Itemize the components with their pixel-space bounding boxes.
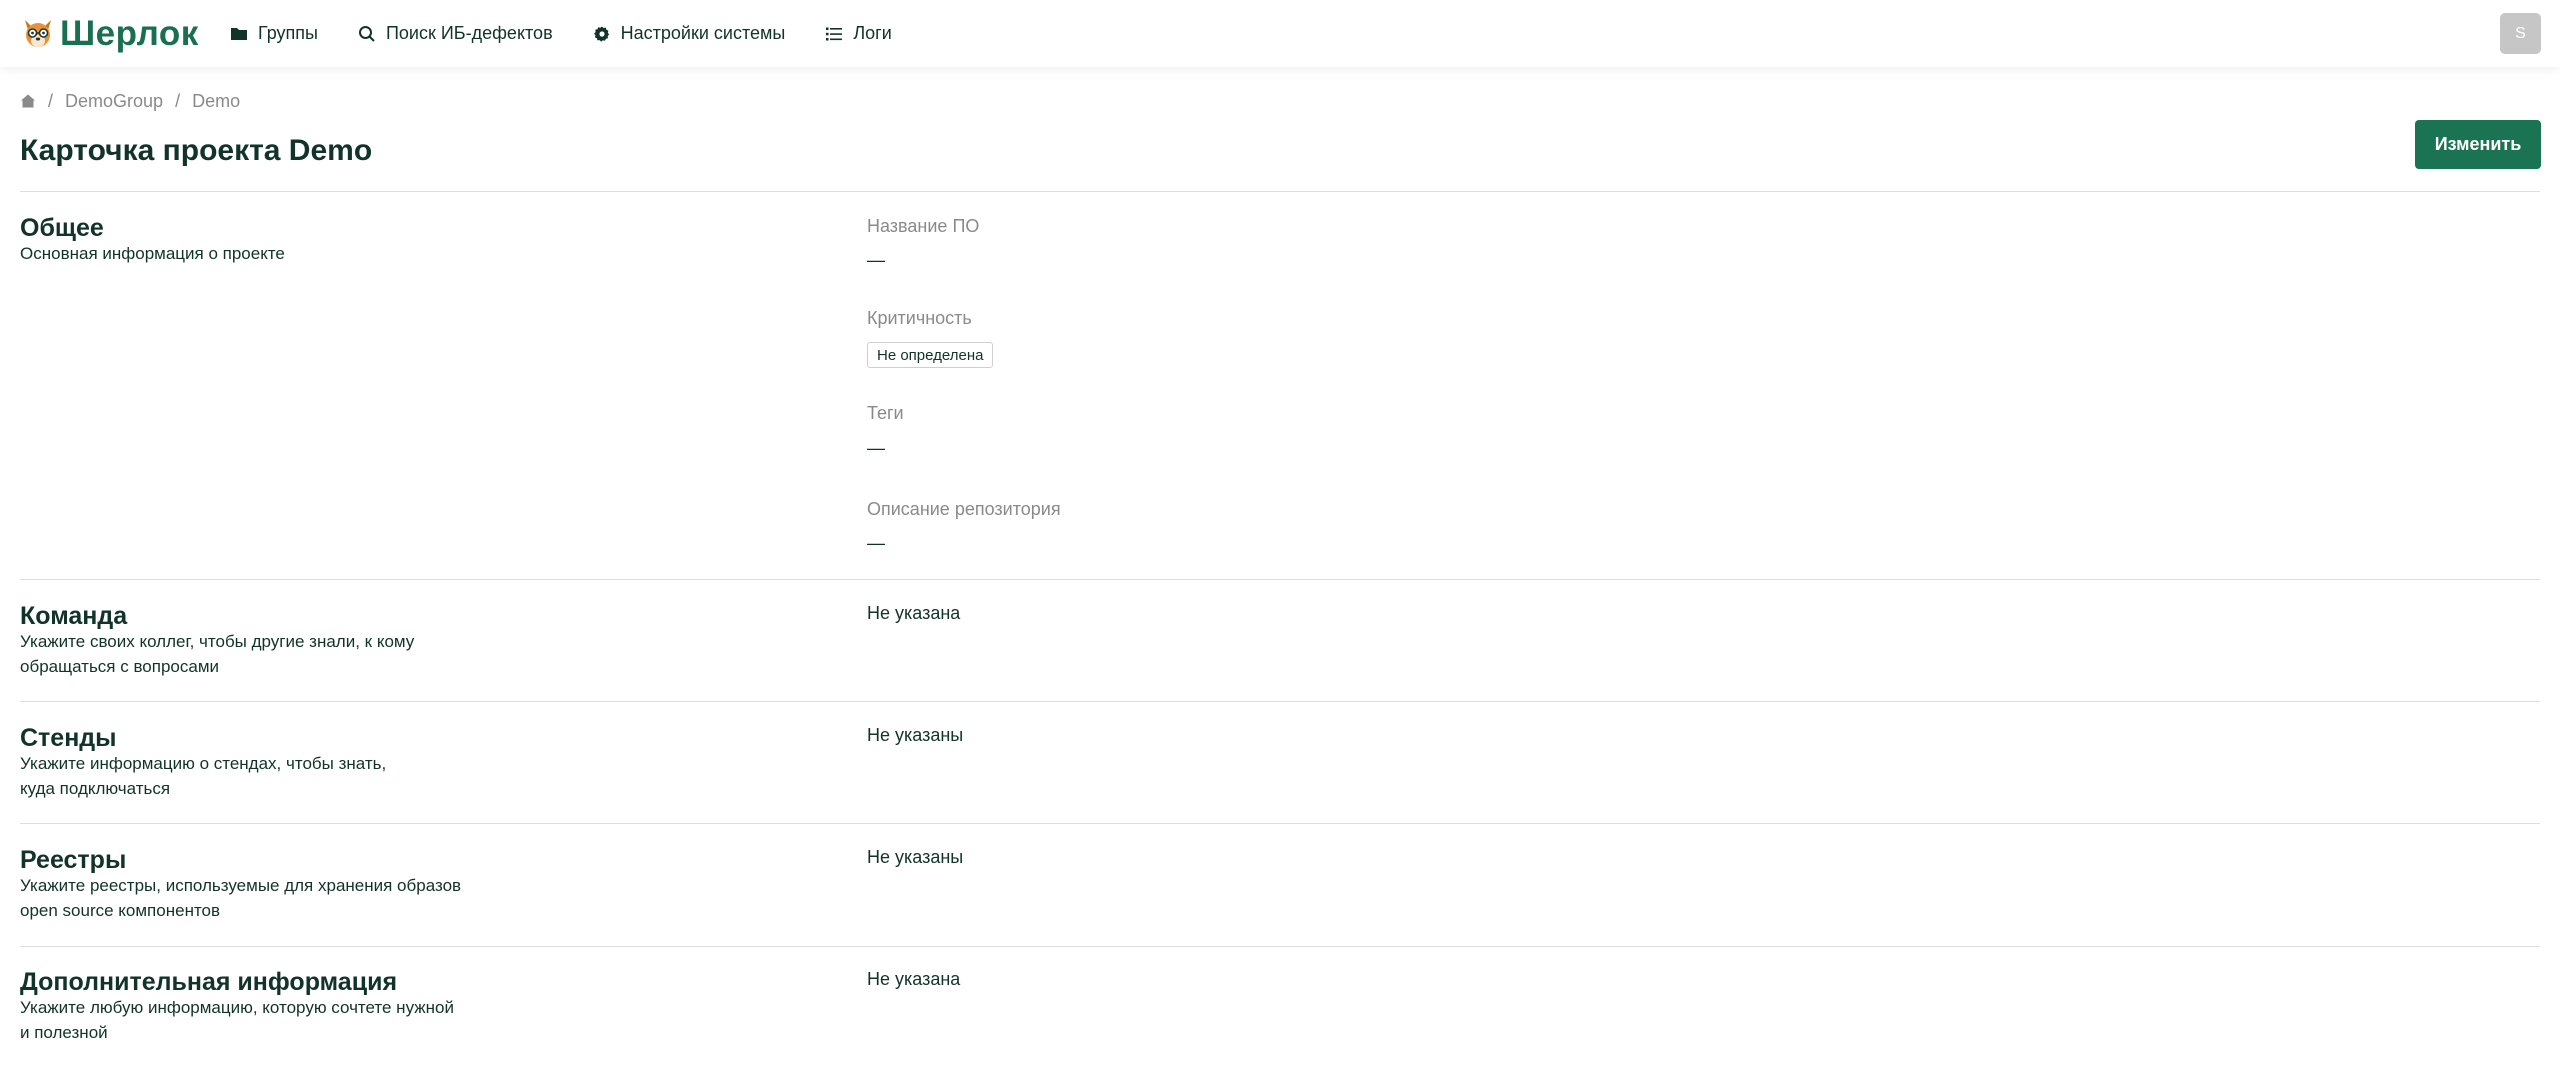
field-label-tags: Теги xyxy=(867,403,904,423)
breadcrumb-separator: / xyxy=(48,90,54,111)
section-description-line: Укажите информацию о стендах, чтобы знат… xyxy=(20,754,387,773)
home-icon[interactable] xyxy=(20,93,36,109)
nav-item-label: Логи xyxy=(853,23,892,43)
brand-link[interactable]: Шерлок xyxy=(20,14,199,54)
nav-item-search[interactable]: Поиск ИБ-дефектов xyxy=(358,0,553,67)
section-title: Стенды xyxy=(20,724,117,752)
section-description-line: обращаться с вопросами xyxy=(20,657,220,676)
additional-value: Не указана xyxy=(867,969,961,989)
section-general: Общее Основная информация о проекте Назв… xyxy=(20,191,2540,579)
section-additional: Дополнительная информация Укажите любую … xyxy=(20,946,2540,1067)
criticality-badge: Не определена xyxy=(867,342,994,368)
brand-name: Шерлок xyxy=(60,14,199,53)
nav-item-label: Поиск ИБ-дефектов xyxy=(385,23,553,43)
edit-button[interactable]: Изменить xyxy=(2415,120,2541,169)
section-description-line: и полезной xyxy=(20,1023,108,1042)
section-title: Дополнительная информация xyxy=(20,968,398,996)
top-navbar: Шерлок Группы Поиск ИБ-дефектов Настройк… xyxy=(0,0,2560,67)
dog-logo-icon xyxy=(20,16,56,52)
nav-item-settings[interactable]: Настройки системы xyxy=(593,0,786,67)
section-stands: Стенды Укажите информацию о стендах, что… xyxy=(20,701,2540,823)
team-value: Не указана xyxy=(867,603,961,623)
nav-item-label: Настройки системы xyxy=(620,23,786,43)
section-description-line: open source компонентов xyxy=(20,901,221,920)
gear-icon xyxy=(593,25,611,43)
section-description-line: Укажите реестры, используемые для хранен… xyxy=(20,876,462,895)
folder-icon xyxy=(230,25,248,43)
registries-value: Не указаны xyxy=(867,847,964,867)
section-description-line: Укажите любую информацию, которую сочтет… xyxy=(20,998,454,1017)
stands-value: Не указаны xyxy=(867,725,964,745)
section-title: Реестры xyxy=(20,846,127,874)
nav-item-logs[interactable]: Логи xyxy=(825,0,892,67)
section-registries: Реестры Укажите реестры, используемые дл… xyxy=(20,823,2540,946)
section-description: Основная информация о проекте xyxy=(20,244,285,263)
main-nav: Группы Поиск ИБ-дефектов Настройки систе… xyxy=(230,0,932,67)
search-icon xyxy=(358,25,376,43)
field-value-tags: — xyxy=(867,438,885,458)
field-label-repo-description: Описание репозитория xyxy=(867,499,1061,519)
field-label-software-name: Название ПО xyxy=(867,216,980,236)
breadcrumb-item-project[interactable]: Demo xyxy=(192,91,240,112)
section-title: Общее xyxy=(20,214,104,242)
user-avatar[interactable]: S xyxy=(2500,13,2541,54)
page-title: Карточка проекта Demo xyxy=(20,134,373,167)
list-icon xyxy=(825,25,843,43)
section-team: Команда Укажите своих коллег, чтобы друг… xyxy=(20,579,2540,701)
breadcrumb-item-group[interactable]: DemoGroup xyxy=(65,91,163,112)
breadcrumb: / DemoGroup / Demo xyxy=(20,90,240,112)
section-title: Команда xyxy=(20,602,128,630)
section-description-line: Укажите своих коллег, чтобы другие знали… xyxy=(20,632,415,651)
field-value-repo-description: — xyxy=(867,533,885,553)
field-label-criticality: Критичность xyxy=(867,308,972,328)
breadcrumb-separator: / xyxy=(175,90,181,111)
nav-item-groups[interactable]: Группы xyxy=(230,0,318,67)
field-value-software-name: — xyxy=(867,250,885,270)
nav-item-label: Группы xyxy=(258,23,318,43)
section-description-line: куда подключаться xyxy=(20,779,171,798)
